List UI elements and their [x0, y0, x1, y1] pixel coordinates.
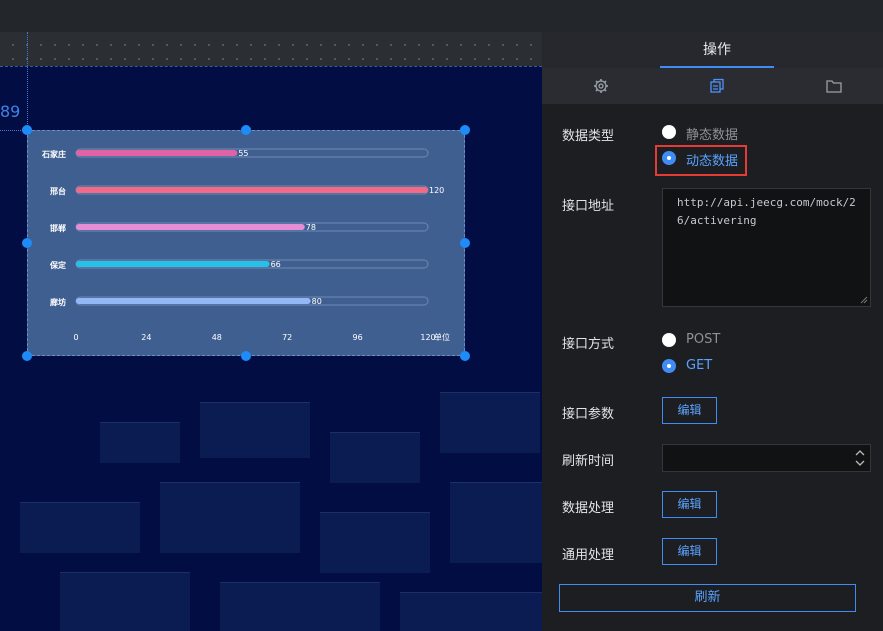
x-tick-label: 24	[141, 333, 151, 342]
resize-handle-top-left[interactable]	[22, 125, 32, 135]
resize-handle-right[interactable]	[460, 238, 470, 248]
bar-value-label: 120	[429, 186, 444, 195]
common-process-edit-button[interactable]: 编辑	[662, 538, 717, 565]
bar-value-label: 66	[271, 260, 281, 269]
bar	[76, 298, 311, 304]
ruler-edge	[0, 66, 542, 67]
api-url-label: 接口地址	[562, 199, 615, 214]
top-bar	[0, 0, 883, 32]
category-label: 石家庄	[41, 149, 66, 159]
get-radio[interactable]	[662, 359, 676, 373]
bar	[76, 187, 428, 193]
static-data-radio[interactable]	[662, 125, 676, 139]
data-process-edit-button[interactable]: 编辑	[662, 491, 717, 518]
bar	[76, 261, 270, 267]
get-radio-label[interactable]: GET	[686, 358, 712, 373]
category-label: 邢台	[49, 186, 66, 196]
x-tick-label: 0	[73, 333, 78, 342]
bar-chart: 石家庄 55邢台 120邯郸 78保定 66廊坊 800 24 48 72 96 120单位	[41, 148, 450, 342]
category-label: 廊坊	[50, 297, 66, 307]
bar	[76, 224, 305, 230]
api-method-label: 接口方式	[562, 337, 615, 352]
post-radio-label[interactable]: POST	[686, 332, 720, 347]
bar-value-label: 78	[306, 223, 316, 232]
background-city-image	[0, 362, 542, 631]
category-label: 保定	[49, 260, 66, 270]
resize-handle-top[interactable]	[241, 125, 251, 135]
panel-tab-row	[542, 68, 883, 104]
api-url-textarea[interactable]: http://api.jeecg.com/mock/26/activering	[662, 188, 871, 307]
resize-handle-bottom-left[interactable]	[22, 351, 32, 361]
common-process-label: 通用处理	[562, 548, 615, 563]
horizontal-ruler	[0, 32, 542, 66]
post-radio[interactable]	[662, 333, 676, 347]
highlight-box	[655, 145, 747, 176]
resize-grip-icon[interactable]	[860, 296, 868, 304]
refresh-button[interactable]: 刷新	[559, 584, 856, 612]
resize-handle-top-right[interactable]	[460, 125, 470, 135]
x-tick-label: 96	[353, 333, 363, 342]
data-process-label: 数据处理	[562, 501, 615, 516]
coordinate-readout: 89	[0, 102, 21, 121]
data-type-label: 数据类型	[562, 129, 615, 144]
copy-icon[interactable]	[708, 77, 726, 95]
panel-header: 操作	[542, 32, 883, 68]
bar-value-label: 55	[238, 149, 248, 158]
resize-handle-left[interactable]	[22, 238, 32, 248]
resize-handle-bottom-right[interactable]	[460, 351, 470, 361]
static-data-radio-label[interactable]: 静态数据	[686, 124, 738, 143]
bar-chart-widget[interactable]: 石家庄 55 邢台 120 邯郸 78 保定 66 廊坊 80 0 24 48 72 96 120 单位	[27, 130, 465, 356]
refresh-time-label: 刷新时间	[562, 454, 615, 469]
api-params-edit-button[interactable]: 编辑	[662, 397, 717, 424]
x-unit-label: 单位	[434, 332, 450, 342]
api-url-value: http://api.jeecg.com/mock/26/activering	[677, 196, 856, 227]
design-canvas[interactable]: 89 石家庄 55 邢台 120 邯郸 78 保定 66 廊坊 80 0 24 48 72 96 120 单位	[0, 32, 542, 631]
category-label: 邯郸	[50, 223, 66, 233]
folder-icon[interactable]	[825, 77, 843, 95]
stepper-arrows-icon[interactable]	[854, 447, 866, 469]
property-panel: 操作 数据类型 静态数据 动态数据 接口地址 http://api.jeecg.…	[542, 32, 883, 631]
resize-handle-bottom[interactable]	[241, 351, 251, 361]
bar-value-label: 80	[312, 297, 322, 306]
x-tick-label: 72	[282, 333, 292, 342]
panel-title-tab[interactable]: 操作	[660, 32, 774, 68]
bar	[76, 150, 238, 156]
x-tick-label: 48	[212, 333, 222, 342]
api-params-label: 接口参数	[562, 407, 615, 422]
gear-icon[interactable]	[592, 77, 610, 95]
refresh-time-input[interactable]	[662, 444, 871, 472]
